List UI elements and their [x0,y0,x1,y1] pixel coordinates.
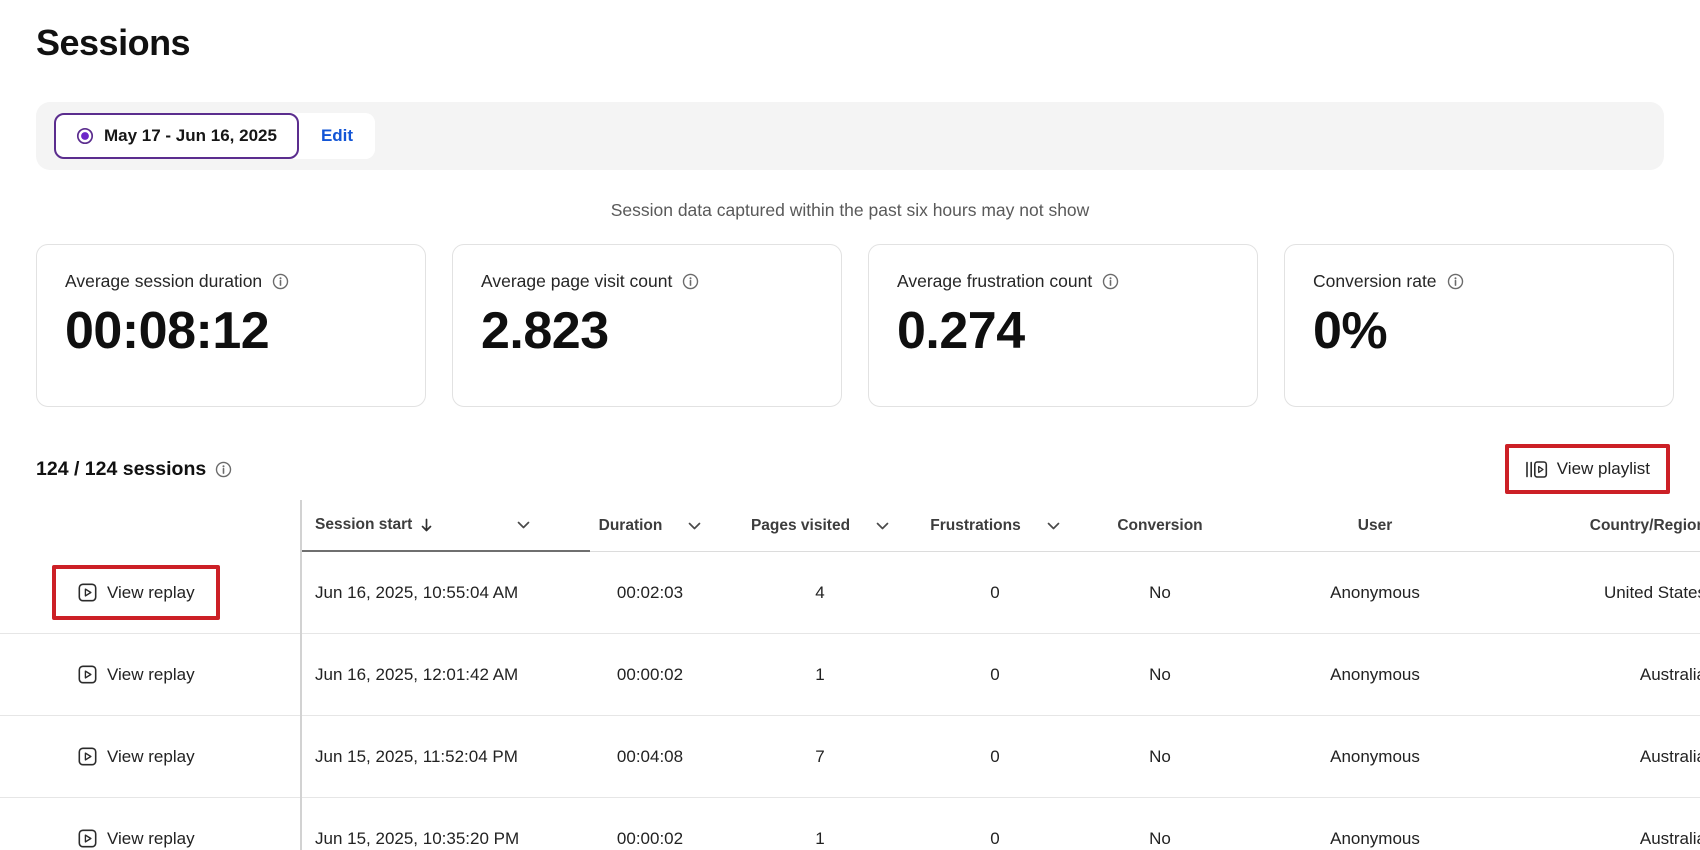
metric-label: Average page visit count [481,271,672,292]
cell-pages-visited: 1 [710,798,930,850]
annotation-highlight-view-replay: View replay [52,565,220,620]
column-header-country: Country/Region [1490,500,1700,552]
table-row: View replay Jun 16, 2025, 12:01:42 AM 00… [0,634,1700,716]
cell-replay: View replay [0,716,300,798]
table-row: View replay Jun 16, 2025, 10:55:04 AM 00… [0,552,1700,634]
table-row: View replay Jun 15, 2025, 10:35:20 PM 00… [0,798,1700,850]
view-playlist-button[interactable]: View playlist [1509,448,1666,490]
cell-session-start: Jun 16, 2025, 10:55:04 AM [300,552,590,634]
cell-duration: 00:00:02 [590,798,710,850]
view-replay-button[interactable]: View replay [77,828,195,849]
cell-session-start: Jun 16, 2025, 12:01:42 AM [300,634,590,716]
play-icon [77,828,98,849]
column-header-replay [0,500,300,552]
radio-selected-icon [76,127,94,145]
metric-value: 0.274 [897,304,1231,359]
metric-value: 0% [1313,304,1647,359]
date-filter-bar: May 17 - Jun 16, 2025 Edit [36,102,1664,170]
metric-value: 2.823 [481,304,815,359]
play-icon [77,664,98,685]
sessions-count-label: 124 / 124 sessions [36,458,206,481]
cell-duration: 00:02:03 [590,552,710,634]
metric-card: Average page visit count 2.823 [452,244,842,407]
cell-frustrations: 0 [930,798,1060,850]
page-title: Sessions [36,22,190,64]
info-icon[interactable] [682,273,699,290]
metric-card: Average frustration count 0.274 [868,244,1258,407]
metric-card: Average session duration 00:08:12 [36,244,426,407]
playlist-icon [1525,460,1548,479]
sessions-table: Session start Duration Pages visited [0,500,1700,850]
cell-country: Australia [1490,716,1700,798]
metric-card: Conversion rate 0% [1284,244,1674,407]
cell-pages-visited: 1 [710,634,930,716]
column-header-conversion: Conversion [1060,500,1260,552]
info-icon[interactable] [215,461,232,478]
cell-user: Anonymous [1260,798,1490,850]
cell-conversion: No [1060,634,1260,716]
cell-user: Anonymous [1260,634,1490,716]
sort-descending-icon [420,518,433,533]
cell-country: United States [1490,552,1700,634]
metric-value: 00:08:12 [65,304,399,359]
edit-date-range-button[interactable]: Edit [299,113,375,159]
data-delay-notice: Session data captured within the past si… [0,200,1700,221]
cell-replay: View replay [0,634,300,716]
table-header-row: Session start Duration Pages visited [0,500,1700,552]
cell-country: Australia [1490,798,1700,850]
cell-frustrations: 0 [930,634,1060,716]
cell-pages-visited: 7 [710,716,930,798]
chevron-down-icon[interactable] [517,521,530,529]
column-header-pages-visited[interactable]: Pages visited [710,500,930,552]
chevron-down-icon[interactable] [688,522,701,530]
cell-duration: 00:00:02 [590,634,710,716]
info-icon[interactable] [1102,273,1119,290]
chevron-down-icon[interactable] [1047,522,1060,530]
cell-duration: 00:04:08 [590,716,710,798]
cell-conversion: No [1060,716,1260,798]
cell-replay: View replay [0,798,300,850]
column-header-duration[interactable]: Duration [590,500,710,552]
cell-replay: View replay [0,552,300,634]
column-header-session-start[interactable]: Session start [300,500,590,552]
view-playlist-label: View playlist [1557,459,1650,479]
column-header-frustrations[interactable]: Frustrations [930,500,1060,552]
date-range-chip[interactable]: May 17 - Jun 16, 2025 [54,113,299,159]
pinned-column-divider [300,500,302,850]
cell-user: Anonymous [1260,552,1490,634]
cell-country: Australia [1490,634,1700,716]
cell-pages-visited: 4 [710,552,930,634]
metric-label: Conversion rate [1313,271,1437,292]
metric-label: Average frustration count [897,271,1092,292]
column-header-user: User [1260,500,1490,552]
view-replay-button[interactable]: View replay [77,746,195,767]
metric-cards: Average session duration 00:08:12 Averag… [36,244,1674,407]
cell-frustrations: 0 [930,552,1060,634]
cell-session-start: Jun 15, 2025, 10:35:20 PM [300,798,590,850]
table-row: View replay Jun 15, 2025, 11:52:04 PM 00… [0,716,1700,798]
cell-conversion: No [1060,798,1260,850]
play-icon [77,746,98,767]
info-icon[interactable] [272,273,289,290]
annotation-highlight-view-playlist: View playlist [1505,444,1670,494]
view-replay-button[interactable]: View replay [77,582,195,603]
cell-user: Anonymous [1260,716,1490,798]
date-filter-group: May 17 - Jun 16, 2025 Edit [54,113,375,159]
sessions-page: Sessions May 17 - Jun 16, 2025 Edit Sess… [0,0,1700,850]
info-icon[interactable] [1447,273,1464,290]
play-icon [77,582,98,603]
cell-session-start: Jun 15, 2025, 11:52:04 PM [300,716,590,798]
view-replay-button[interactable]: View replay [77,664,195,685]
cell-frustrations: 0 [930,716,1060,798]
metric-label: Average session duration [65,271,262,292]
date-range-label: May 17 - Jun 16, 2025 [104,126,277,146]
sessions-toolbar: 124 / 124 sessions View playlist [36,436,1670,502]
cell-conversion: No [1060,552,1260,634]
chevron-down-icon[interactable] [876,522,889,530]
